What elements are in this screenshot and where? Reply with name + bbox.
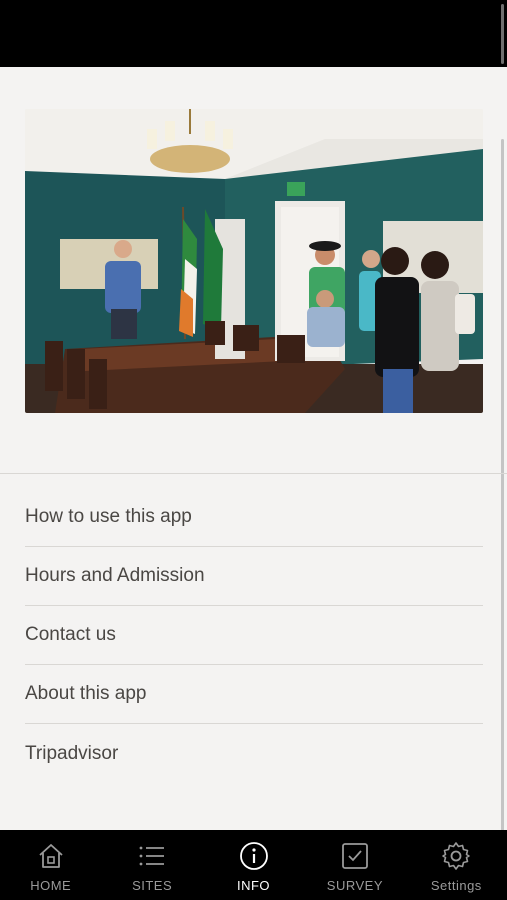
info-icon [239,842,268,870]
info-content[interactable]: How to use this app Hours and Admission … [0,67,507,849]
menu-item-how-to-use[interactable]: How to use this app [25,488,483,547]
divider [0,473,507,474]
tour-group-photo [25,109,483,413]
gear-icon [442,842,471,870]
menu-item-tripadvisor[interactable]: Tripadvisor [25,724,483,783]
tab-sites[interactable]: SITES [101,830,202,900]
tab-survey-label: SURVEY [326,878,384,893]
tab-home[interactable]: HOME [0,830,101,900]
menu-item-contact-us[interactable]: Contact us [25,606,483,665]
tab-settings-label: Settings [430,878,482,893]
checkbox-icon [342,843,368,869]
menu-item-hours-admission[interactable]: Hours and Admission [25,547,483,606]
home-icon [39,844,63,868]
info-screen: How to use this app Hours and Admission … [0,0,507,900]
tab-home-label: HOME [30,878,72,893]
tab-info-label: INFO [236,878,271,893]
bottom-tab-bar: HOME SITES INFO SURVEY Settings [0,830,507,900]
tab-info[interactable]: INFO [203,830,304,900]
tab-survey[interactable]: SURVEY [304,830,405,900]
tab-sites-label: SITES [132,878,173,893]
menu-item-about-app[interactable]: About this app [25,665,483,724]
header-photo [25,109,483,413]
scroll-indicator [501,4,504,64]
list-icon [139,846,165,866]
scrollbar[interactable] [501,139,504,849]
info-menu: How to use this app Hours and Admission … [25,488,483,783]
tab-settings[interactable]: Settings [406,830,507,900]
status-bar [0,0,507,67]
